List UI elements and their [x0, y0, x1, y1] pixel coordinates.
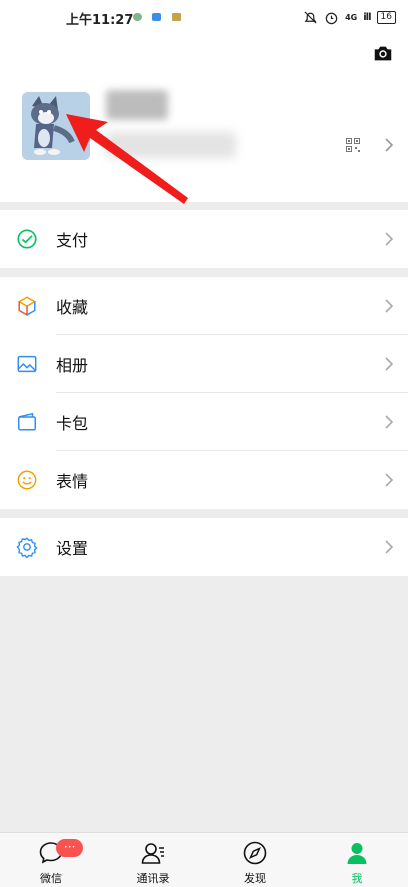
- chevron-right-icon: [385, 415, 394, 429]
- menu-item-cards[interactable]: 卡包: [0, 393, 408, 451]
- menu-item-favorites[interactable]: 收藏: [0, 277, 408, 335]
- tab-discover[interactable]: 发现: [204, 833, 306, 887]
- menu-item-stickers[interactable]: 表情: [0, 451, 408, 509]
- menu-label-stickers: 表情: [56, 472, 89, 491]
- gear-icon: [16, 537, 38, 558]
- menu-label-settings: 设置: [56, 539, 89, 558]
- tab-chats[interactable]: ··· 微信: [0, 833, 102, 887]
- chevron-right-icon: [385, 138, 394, 152]
- album-image-icon: [17, 355, 37, 373]
- chevron-right-icon: [385, 540, 394, 554]
- chevron-right-icon: [385, 473, 394, 487]
- menu-label-pay: 支付: [56, 231, 89, 250]
- muted-bell-icon: [304, 10, 317, 24]
- favorites-cube-icon: [17, 296, 37, 317]
- battery-icon: 16: [376, 10, 396, 24]
- notification-icon: [133, 13, 142, 21]
- status-bar: 上午11:27 4G ill 16: [0, 0, 408, 34]
- tab-label-discover: 发现: [244, 872, 266, 885]
- unread-badge: ···: [56, 839, 84, 857]
- app-notification-icon: [172, 13, 181, 21]
- services-group: 收藏 相册 卡包 表情: [0, 277, 408, 509]
- chevron-right-icon: [385, 232, 394, 246]
- pay-icon: [17, 229, 37, 249]
- status-indicators: 4G ill 16: [303, 8, 396, 26]
- menu-label-album: 相册: [56, 356, 89, 375]
- compass-icon: [243, 841, 267, 865]
- alarm-clock-icon: [325, 12, 338, 24]
- annotation-arrow: [66, 114, 188, 204]
- menu-item-album[interactable]: 相册: [0, 335, 408, 393]
- menu-item-pay[interactable]: 支付: [0, 210, 408, 268]
- camera-icon[interactable]: [372, 42, 394, 64]
- battery-level: 16: [380, 11, 392, 22]
- menu-label-cards: 卡包: [56, 414, 89, 433]
- chevron-right-icon: [385, 299, 394, 313]
- settings-group: 设置: [0, 518, 408, 576]
- tab-contacts[interactable]: 通讯录: [102, 833, 204, 887]
- chevron-right-icon: [385, 357, 394, 371]
- bottom-tab-bar: ··· 微信 通讯录 发现 我: [0, 832, 408, 887]
- tab-label-chats: 微信: [40, 872, 62, 885]
- card-wallet-icon: [18, 412, 36, 431]
- tab-me[interactable]: 我: [306, 833, 408, 887]
- menu-item-settings[interactable]: 设置: [0, 518, 408, 576]
- tab-label-contacts: 通讯录: [136, 872, 170, 885]
- menu-label-favorites: 收藏: [56, 298, 89, 317]
- tab-label-me: 我: [351, 872, 363, 885]
- app-notification-icon: [152, 13, 161, 21]
- network-label: 4G: [345, 12, 358, 22]
- signal-icon: ill: [363, 11, 371, 23]
- qr-code-icon[interactable]: [346, 138, 360, 152]
- smiley-icon: [17, 470, 37, 490]
- status-time: 上午11:27: [66, 13, 134, 28]
- contacts-person-icon: [141, 843, 164, 864]
- me-person-icon: [347, 843, 367, 864]
- pay-group: 支付: [0, 210, 408, 268]
